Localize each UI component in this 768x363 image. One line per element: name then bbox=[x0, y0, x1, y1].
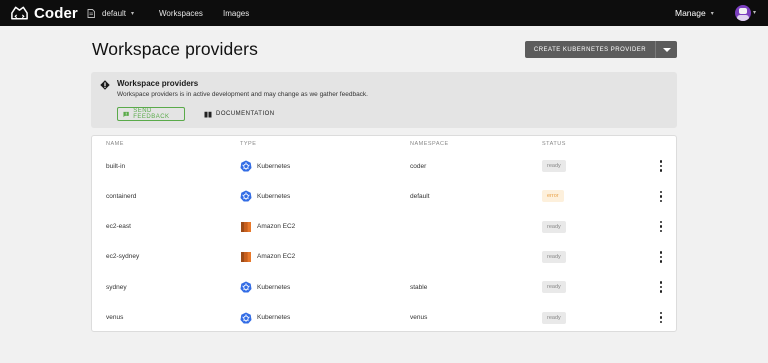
provider-type: Amazon EC2 bbox=[240, 242, 295, 272]
status-badge: ready bbox=[542, 220, 566, 233]
manage-label: Manage bbox=[675, 8, 706, 18]
provider-name[interactable]: venus bbox=[106, 303, 123, 333]
more-options-icon[interactable] bbox=[657, 280, 665, 294]
send-feedback-button[interactable]: SEND FEEDBACK bbox=[117, 107, 185, 121]
kubernetes-icon bbox=[240, 281, 252, 293]
caret-down-icon bbox=[662, 47, 671, 52]
provider-namespace: venus bbox=[410, 314, 428, 321]
org-name: default bbox=[102, 8, 127, 18]
status-badge: ready bbox=[542, 160, 566, 172]
provider-type-label: Kubernetes bbox=[257, 283, 291, 291]
amazon-ec2-icon bbox=[240, 251, 252, 263]
alert-title: Workspace providers bbox=[117, 79, 199, 88]
column-header-type[interactable]: TYPE bbox=[240, 141, 256, 147]
more-options-icon[interactable] bbox=[657, 220, 665, 234]
provider-name[interactable]: sydney bbox=[106, 272, 127, 302]
kubernetes-icon bbox=[240, 160, 252, 172]
provider-type-label: Amazon EC2 bbox=[257, 253, 296, 261]
more-options-icon[interactable] bbox=[657, 311, 665, 325]
status-badge: error bbox=[542, 190, 564, 203]
provider-namespace: stable bbox=[410, 283, 428, 291]
manage-menu[interactable]: Manage ▾ bbox=[675, 0, 714, 26]
provider-name[interactable]: containerd bbox=[106, 181, 136, 211]
user-avatar[interactable] bbox=[735, 5, 751, 21]
provider-type: Amazon EC2 bbox=[240, 212, 295, 242]
provider-name[interactable]: built-in bbox=[106, 151, 125, 181]
page-title: Workspace providers bbox=[92, 39, 258, 59]
kubernetes-icon bbox=[240, 312, 252, 324]
documentation-label: DOCUMENTATION bbox=[216, 111, 275, 117]
provider-type: Kubernetes bbox=[240, 303, 290, 333]
book-icon bbox=[204, 111, 212, 117]
status-badge: ready bbox=[542, 250, 566, 263]
provider-type: Kubernetes bbox=[240, 272, 290, 302]
brand-name: Coder bbox=[34, 4, 78, 22]
coder-logo-icon bbox=[11, 6, 28, 20]
table-row[interactable]: containerd Kubernetes default error bbox=[92, 181, 676, 211]
table-row[interactable]: sydney Kubernetes stable ready bbox=[92, 272, 676, 302]
provider-type: Kubernetes bbox=[240, 151, 290, 181]
provider-type-label: Amazon EC2 bbox=[257, 223, 296, 231]
documentation-button[interactable]: DOCUMENTATION bbox=[204, 107, 275, 121]
more-options-icon[interactable] bbox=[657, 189, 665, 203]
top-navbar: Coder default ▾ Workspaces Images Manage… bbox=[0, 0, 768, 26]
column-header-name[interactable]: NAME bbox=[106, 141, 124, 147]
provider-namespace: default bbox=[410, 192, 430, 200]
document-icon bbox=[87, 8, 95, 18]
more-options-icon[interactable] bbox=[657, 250, 665, 264]
column-header-status[interactable]: STATUS bbox=[542, 141, 566, 147]
create-provider-dropdown-button[interactable] bbox=[655, 41, 677, 58]
nav-images[interactable]: Images bbox=[223, 0, 249, 26]
org-switcher[interactable]: default ▾ bbox=[87, 0, 134, 26]
chevron-down-icon: ▾ bbox=[710, 10, 714, 17]
column-header-namespace[interactable]: NAMESPACE bbox=[410, 141, 449, 147]
provider-name[interactable]: ec2-sydney bbox=[106, 242, 139, 272]
nav-workspaces[interactable]: Workspaces bbox=[159, 0, 203, 26]
info-alert: Workspace providers Workspace providers … bbox=[91, 72, 677, 128]
status-badge: ready bbox=[542, 281, 566, 294]
coder-logo[interactable]: Coder bbox=[10, 4, 78, 22]
provider-namespace: coder bbox=[410, 162, 427, 170]
provider-type-label: Kubernetes bbox=[257, 192, 291, 200]
chevron-down-icon: ▾ bbox=[131, 10, 135, 17]
table-row[interactable]: ec2-east Amazon EC2 ready bbox=[92, 212, 676, 242]
table-row[interactable]: venus Kubernetes venus ready bbox=[92, 303, 676, 333]
amazon-ec2-icon bbox=[240, 221, 252, 233]
chevron-down-icon[interactable]: ▾ bbox=[753, 9, 756, 16]
feedback-icon bbox=[123, 111, 129, 117]
send-feedback-label: SEND FEEDBACK bbox=[133, 108, 170, 120]
create-kubernetes-provider-button[interactable]: CREATE KUBERNETES PROVIDER bbox=[525, 41, 655, 58]
provider-name[interactable]: ec2-east bbox=[106, 212, 131, 242]
warning-icon bbox=[100, 80, 110, 90]
provider-type-label: Kubernetes bbox=[257, 162, 291, 170]
providers-table: NAME TYPE NAMESPACE STATUS built-in Kuber… bbox=[91, 135, 677, 332]
table-row[interactable]: built-in Kubernetes coder ready bbox=[92, 151, 676, 181]
table-row[interactable]: ec2-sydney Amazon EC2 ready bbox=[92, 242, 676, 272]
more-options-icon[interactable] bbox=[657, 159, 665, 173]
kubernetes-icon bbox=[240, 190, 252, 202]
status-badge: ready bbox=[542, 311, 566, 324]
provider-type: Kubernetes bbox=[240, 181, 290, 211]
provider-type-label: Kubernetes bbox=[257, 314, 291, 321]
alert-message: Workspace providers is in active develop… bbox=[117, 91, 368, 98]
